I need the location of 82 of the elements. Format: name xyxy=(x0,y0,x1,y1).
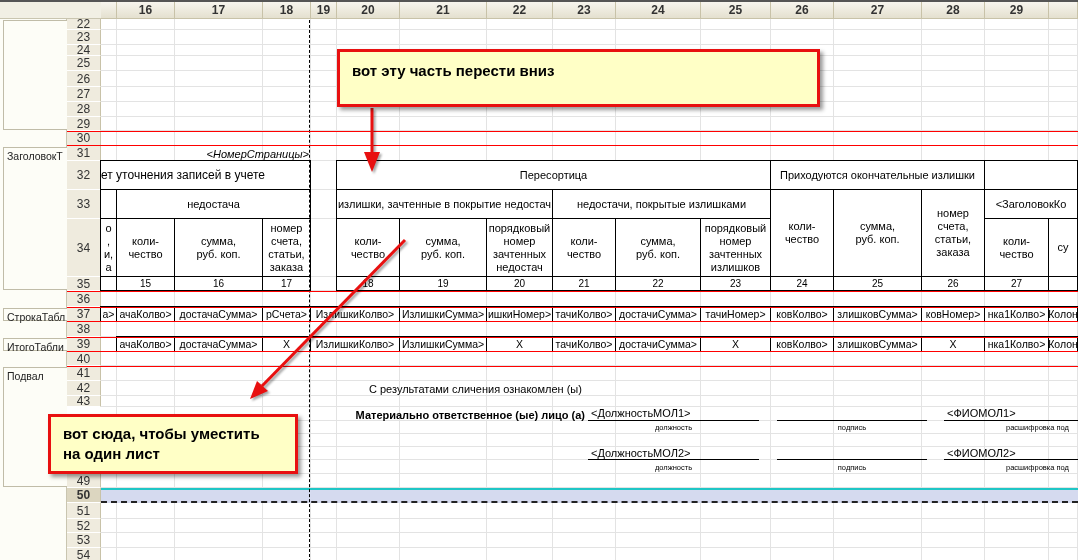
row-header[interactable]: 28 xyxy=(67,102,101,117)
column-number-cell: 16 xyxy=(174,276,263,291)
column-number-cell: 21 xyxy=(552,276,616,291)
row-header[interactable]: 23 xyxy=(67,30,101,45)
column-number-cell: 25 xyxy=(833,276,922,291)
callout-note: вот эту часть перести вниз xyxy=(337,49,820,107)
row-header[interactable]: 35 xyxy=(67,277,101,291)
group-bracket[interactable] xyxy=(3,20,67,130)
template-cell: достачаСумма> xyxy=(174,336,263,352)
column-header[interactable]: 28 xyxy=(922,2,985,19)
template-cell: ИзлишкиСумма> xyxy=(399,336,487,352)
position-field: <ДолжностьМОЛ1> xyxy=(588,407,759,421)
column-header[interactable]: 20 xyxy=(337,2,400,19)
column-number-cell: 23 xyxy=(700,276,771,291)
column-header[interactable]: 18 xyxy=(263,2,311,19)
template-cell: тачиНомер> xyxy=(700,306,771,322)
column-number-cell: 17 xyxy=(262,276,311,291)
template-cell: ИзлишкиСумма> xyxy=(399,306,487,322)
template-cell: злишковСумма> xyxy=(833,306,922,322)
column-header[interactable]: 25 xyxy=(701,2,771,19)
column-header[interactable]: 24 xyxy=(616,2,701,19)
row-header[interactable]: 51 xyxy=(67,503,101,519)
row-header[interactable]: 52 xyxy=(67,519,101,533)
row-header[interactable]: 34 xyxy=(67,219,101,277)
column-header[interactable]: 29 xyxy=(985,2,1049,19)
column-header[interactable]: 22 xyxy=(487,2,553,19)
column-number-cell: 20 xyxy=(486,276,553,291)
row-header[interactable]: 31 xyxy=(67,146,101,161)
callout-note: вот сюда, чтобы уместить на один лист xyxy=(48,414,298,474)
column-header[interactable]: 26 xyxy=(771,2,834,19)
template-cell: ковНомер> xyxy=(921,306,985,322)
row-header[interactable]: 26 xyxy=(67,71,101,87)
name-field: <ФИОМОЛ1> xyxy=(944,407,1078,421)
row-header[interactable]: 27 xyxy=(67,87,101,102)
row-header[interactable]: 42 xyxy=(67,381,101,396)
column-header[interactable] xyxy=(101,2,117,19)
row-header[interactable]: 53 xyxy=(67,533,101,548)
group-label[interactable]: ИтогоТабли xyxy=(3,338,67,351)
column-number-cell: 27 xyxy=(984,276,1049,291)
template-cell: достачиСумма> xyxy=(615,306,701,322)
row-header[interactable]: 43 xyxy=(67,396,101,407)
table-header-cell: ет уточнения записей в учете xyxy=(100,160,311,190)
column-header[interactable]: 21 xyxy=(400,2,487,19)
template-cell: достачаСумма> xyxy=(174,306,263,322)
template-cell: ачаКолво> xyxy=(116,336,175,352)
template-cell: достачиСумма> xyxy=(615,336,701,352)
row-header[interactable]: 54 xyxy=(67,548,101,560)
column-number-cell: 24 xyxy=(770,276,834,291)
column-header[interactable]: 19 xyxy=(311,2,337,19)
arrow xyxy=(364,108,380,172)
column-number-cell: 26 xyxy=(921,276,985,291)
row-header[interactable]: 32 xyxy=(67,161,101,190)
acknowledgement-text: С результатами сличения ознакомлен (ы) xyxy=(368,382,583,395)
template-cell: Колон xyxy=(1048,336,1078,352)
table-header-cell: Приходуются окончательные излишки xyxy=(770,160,985,190)
group-label[interactable]: ЗаголовокТ xyxy=(3,147,67,290)
row-header[interactable]: 33 xyxy=(67,190,101,219)
column-number-cell: 15 xyxy=(116,276,175,291)
column-header[interactable] xyxy=(1049,2,1078,19)
position-field: <ДолжностьМОЛ2> xyxy=(588,447,759,460)
responsible-label: Материально ответственное (ые) лицо (а) xyxy=(354,409,586,421)
template-cell: ИзлишкиКолво> xyxy=(310,336,400,352)
name-field: <ФИОМОЛ2> xyxy=(944,447,1078,460)
column-header[interactable]: 17 xyxy=(175,2,263,19)
column-header[interactable]: 27 xyxy=(834,2,922,19)
row-header[interactable]: 38 xyxy=(67,322,101,337)
row-header[interactable]: 49 xyxy=(67,474,101,488)
row-header[interactable]: 25 xyxy=(67,56,101,71)
row-header[interactable]: 29 xyxy=(67,117,101,131)
column-header[interactable]: 23 xyxy=(553,2,616,19)
template-cell: Колон xyxy=(1048,306,1078,322)
column-number-cell: 19 xyxy=(399,276,487,291)
template-cell: ишкиНомер> xyxy=(486,306,553,322)
template-cell: злишковСумма> xyxy=(833,336,922,352)
table-header-cell: Пересортица xyxy=(336,160,771,190)
page-number-field: <НомерСтраницы> xyxy=(117,147,311,160)
column-number-cell: 22 xyxy=(615,276,701,291)
group-label[interactable]: СтрокаТабл xyxy=(3,308,67,321)
row-header[interactable]: 40 xyxy=(67,352,101,366)
column-header[interactable]: 16 xyxy=(117,2,175,19)
table-header-cell: излишки, зачтенные в покрытие недостач xyxy=(336,189,553,219)
row-header[interactable]: 50 xyxy=(67,488,101,503)
